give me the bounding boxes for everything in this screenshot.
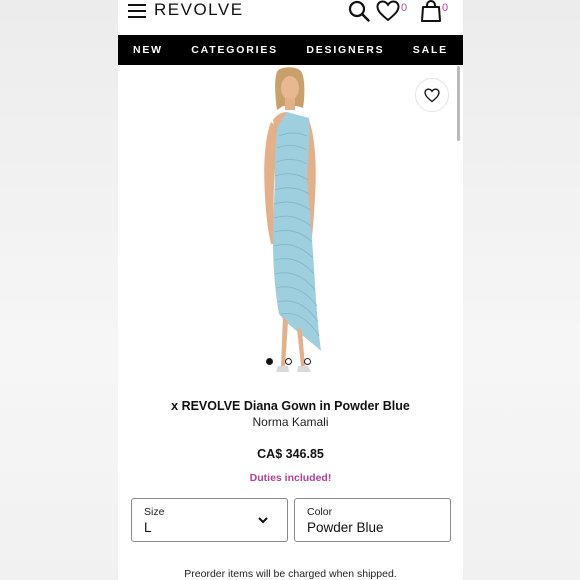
size-select[interactable]: Size L (131, 498, 288, 542)
revolve-logo[interactable]: REVOLVE (154, 0, 244, 20)
chevron-down-icon (258, 517, 268, 524)
wishlist-count: 0 (401, 2, 408, 14)
nav-item-new[interactable]: NEW (133, 44, 163, 56)
nav-item-sale[interactable]: SALE (413, 44, 448, 56)
carousel-dot[interactable] (304, 358, 311, 365)
add-to-wishlist-button[interactable] (415, 78, 449, 112)
heart-icon (424, 87, 440, 102)
background-right (463, 0, 580, 580)
bag-count: 0 (442, 2, 449, 14)
nav-item-categories[interactable]: CATEGORIES (191, 44, 278, 56)
carousel-dots (266, 358, 311, 365)
top-bar: REVOLVE 0 0 (118, 0, 463, 35)
size-label: Size (144, 506, 165, 518)
color-label: Color (307, 506, 333, 518)
main-nav: NEW CATEGORIES DESIGNERS SALE (118, 35, 463, 65)
designer-name[interactable]: Norma Kamali (118, 415, 463, 429)
search-icon[interactable] (348, 0, 370, 22)
scrollbar[interactable] (457, 66, 460, 141)
heart-icon[interactable] (376, 0, 400, 22)
nav-item-designers[interactable]: DESIGNERS (306, 44, 384, 56)
product-image[interactable] (235, 66, 345, 396)
preorder-note: Preorder items will be charged when ship… (184, 568, 397, 580)
carousel-dot[interactable] (285, 358, 292, 365)
product-title: x REVOLVE Diana Gown in Powder Blue (171, 399, 410, 413)
color-select[interactable]: Color Powder Blue (294, 498, 451, 542)
duties-note: Duties included! (249, 472, 332, 484)
background-left (0, 0, 118, 580)
bag-icon[interactable] (420, 0, 442, 22)
carousel-dot[interactable] (266, 358, 273, 365)
product-price: CA$ 346.85 (257, 447, 324, 461)
color-value: Powder Blue (307, 520, 384, 535)
size-value: L (144, 520, 152, 535)
mobile-page: REVOLVE 0 0 NEW CATEGORIES DESIGNERS SAL… (118, 0, 463, 580)
menu-icon[interactable] (128, 4, 146, 18)
